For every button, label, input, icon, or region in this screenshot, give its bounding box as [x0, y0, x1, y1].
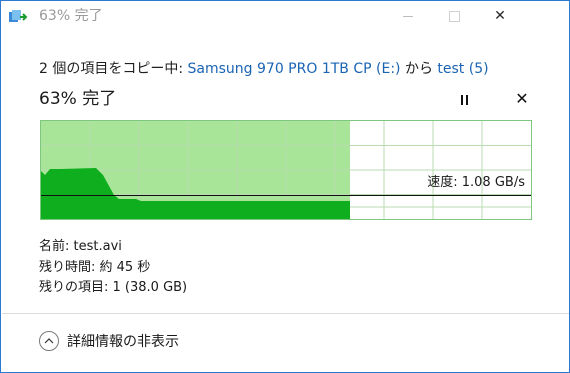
less-details-label: 詳細情報の非表示 — [67, 334, 179, 350]
close-icon: ✕ — [494, 8, 506, 24]
copy-middle: から — [400, 61, 438, 77]
throughput-graph: 速度: 1.08 GB/s — [40, 120, 532, 220]
chevron-up-icon — [39, 331, 59, 351]
less-details-button[interactable]: 詳細情報の非表示 — [39, 331, 179, 351]
file-name-line: 名前: test.avi — [39, 239, 122, 254]
cancel-button[interactable]: ✕ — [513, 90, 531, 108]
close-button[interactable]: ✕ — [477, 1, 523, 31]
pause-icon-bar — [465, 95, 468, 105]
time-remaining-line: 残り時間: 約 45 秒 — [39, 259, 151, 275]
copy-app-icon — [9, 10, 28, 22]
items-remaining-line: 残りの項目: 1 (38.0 GB) — [39, 280, 188, 295]
source-link[interactable]: Samsung 970 PRO 1TB CP (E:) — [188, 61, 401, 77]
minimize-icon — [403, 15, 413, 17]
pause-icon — [460, 95, 463, 105]
speed-label: 速度: 1.08 GB/s — [427, 175, 525, 190]
copy-prefix: 2 個の項目をコピー中: — [39, 61, 188, 77]
progress-heading: 63% 完了 — [39, 89, 117, 109]
maximize-icon — [448, 10, 460, 22]
pause-button[interactable] — [456, 92, 472, 108]
copy-description: 2 個の項目をコピー中: Samsung 970 PRO 1TB CP (E:)… — [39, 60, 489, 78]
title-bar[interactable]: 63% 完了 ✕ — [1, 1, 569, 31]
details-section: 名前: test.avi 残り時間: 約 45 秒 残りの項目: 1 (38.0… — [39, 237, 187, 299]
window-title: 63% 完了 — [39, 8, 103, 24]
minimize-button[interactable] — [385, 1, 431, 31]
footer: 詳細情報の非表示 — [1, 314, 569, 372]
graph-canvas — [41, 121, 531, 219]
maximize-button[interactable] — [431, 1, 477, 31]
copy-progress-window: 63% 完了 ✕ 2 個の項目をコピー中: Samsung 970 PRO 1T… — [0, 0, 570, 373]
destination-link[interactable]: test (5) — [437, 61, 488, 77]
